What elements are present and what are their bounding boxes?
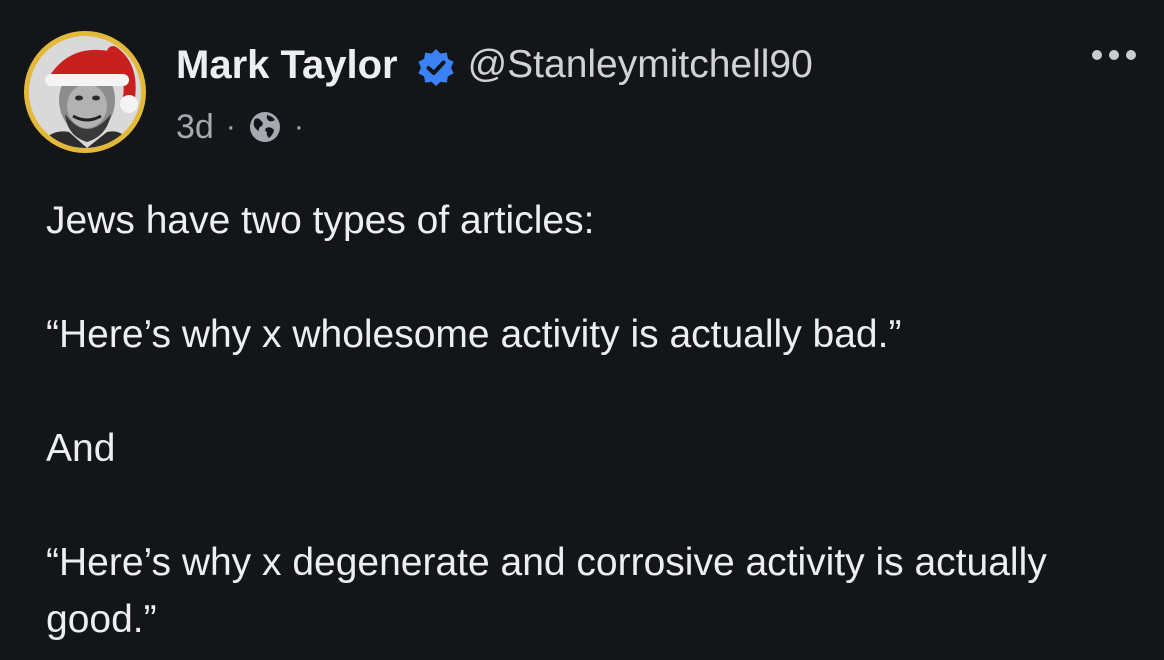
- meta-separator: ·: [225, 110, 236, 143]
- more-options-icon[interactable]: [1092, 50, 1136, 60]
- post-meta: 3d · ·: [176, 104, 316, 150]
- globe-icon: [249, 112, 280, 142]
- post-header: Mark Taylor @Stanleymitchell90: [176, 38, 813, 92]
- avatar-image: [29, 36, 141, 148]
- meta-separator: ·: [293, 110, 304, 143]
- more-dot: [1126, 50, 1136, 60]
- post-text-line: And: [46, 427, 116, 470]
- post-text-line: “Here’s why x degenerate and corrosive a…: [46, 541, 1047, 641]
- author-name[interactable]: Mark Taylor: [176, 43, 398, 88]
- author-handle[interactable]: @Stanleymitchell90: [468, 43, 813, 87]
- post: Mark Taylor @Stanleymitchell90 3d · · Je…: [0, 0, 1164, 660]
- more-dot: [1109, 50, 1119, 60]
- post-text-line: “Here’s why x wholesome activity is actu…: [46, 313, 902, 356]
- post-body: Jews have two types of articles: “Here’s…: [46, 192, 1136, 648]
- verified-badge-icon: [417, 49, 454, 86]
- post-timestamp[interactable]: 3d: [176, 108, 214, 147]
- avatar[interactable]: [24, 31, 146, 153]
- post-text-line: Jews have two types of articles:: [46, 199, 595, 242]
- more-dot: [1092, 50, 1102, 60]
